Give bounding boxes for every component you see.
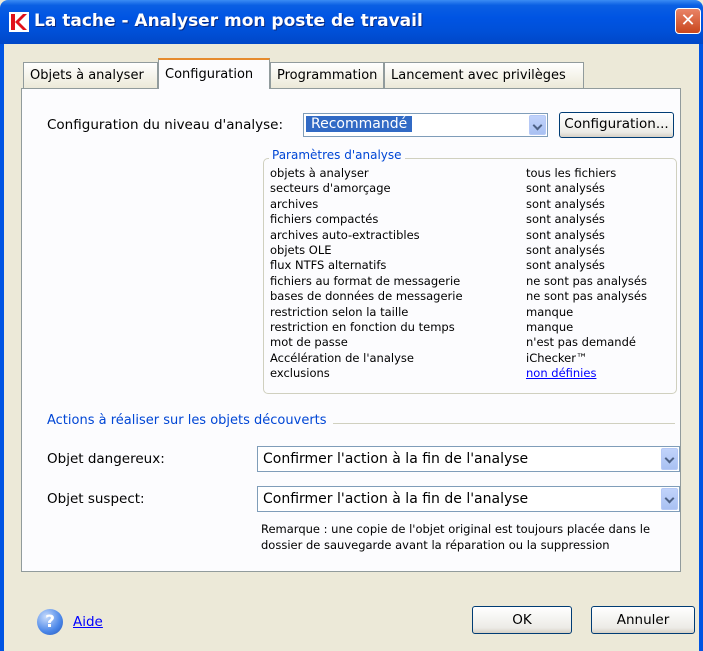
param-value: sont analysés [526,243,605,257]
param-value: sont analysés [526,181,605,196]
configuration-button-label: Configuration... [564,116,669,132]
param-name: bases de données de messagerie [270,289,463,304]
param-value: sont analysés [526,227,605,242]
param-value: manque [526,304,574,319]
param-value: sont analysés [526,258,605,273]
chevron-down-icon[interactable] [661,488,678,510]
param-name: objets OLE [270,243,332,257]
param-name: flux NTFS alternatifs [270,258,387,273]
level-label: Configuration du niveau d'analyse: [47,117,283,133]
chevron-down-icon[interactable] [529,115,546,135]
param-name: restriction en fonction du temps [270,320,455,334]
param-value: ne sont pas analysés [526,289,647,304]
dialog-window: La tache - Analyser mon poste de travail… [0,0,703,651]
param-name: Accélération de l'analyse [270,350,414,365]
param-name: restriction selon la taille [270,304,409,319]
cancel-button[interactable]: Annuler [591,606,695,634]
chevron-down-icon[interactable] [661,448,678,470]
param-value: sont analysés [526,196,605,211]
param-value: n'est pas demandé [526,335,636,350]
param-value: ne sont pas analysés [526,273,647,288]
help-link[interactable]: Aide [73,614,103,630]
param-name: objets à analyser [270,166,369,180]
configuration-button[interactable]: Configuration... [559,112,674,138]
params-group-title: Paramètres d'analyse [269,148,405,162]
param-value: sont analysés [526,212,605,227]
dangerous-object-select[interactable]: Confirmer l'action à la fin de l'analyse [257,446,680,472]
param-value: manque [526,320,574,334]
suspect-object-value: Confirmer l'action à la fin de l'analyse [263,491,529,507]
dangerous-object-label: Objet dangereux: [47,451,165,467]
actions-section-title: Actions à réaliser sur les objets découv… [47,413,333,428]
param-name: fichiers compactés [270,212,379,227]
dangerous-object-value: Confirmer l'action à la fin de l'analyse [263,451,529,467]
suspect-object-label: Objet suspect: [47,491,145,507]
param-value: tous les fichiers [526,166,617,180]
exclusions-link[interactable]: non définies [526,366,596,381]
param-name: archives auto-extractibles [270,227,420,242]
analysis-level-value: Recommandé [306,116,413,132]
param-name: exclusions [270,366,330,381]
suspect-object-select[interactable]: Confirmer l'action à la fin de l'analyse [257,486,680,512]
param-name: secteurs d'amorçage [270,181,391,196]
ok-button-label: OK [512,612,532,628]
param-name: mot de passe [270,335,348,350]
analysis-level-select[interactable]: Recommandé [303,113,548,137]
param-value: iChecker™ [526,350,588,365]
param-name: archives [270,196,319,211]
cancel-button-label: Annuler [616,612,670,628]
help-icon[interactable]: ? [37,609,63,635]
backup-note: Remarque : une copie de l'objet original… [261,522,651,552]
param-name: fichiers au format de messagerie [270,273,461,288]
ok-button[interactable]: OK [472,606,572,634]
